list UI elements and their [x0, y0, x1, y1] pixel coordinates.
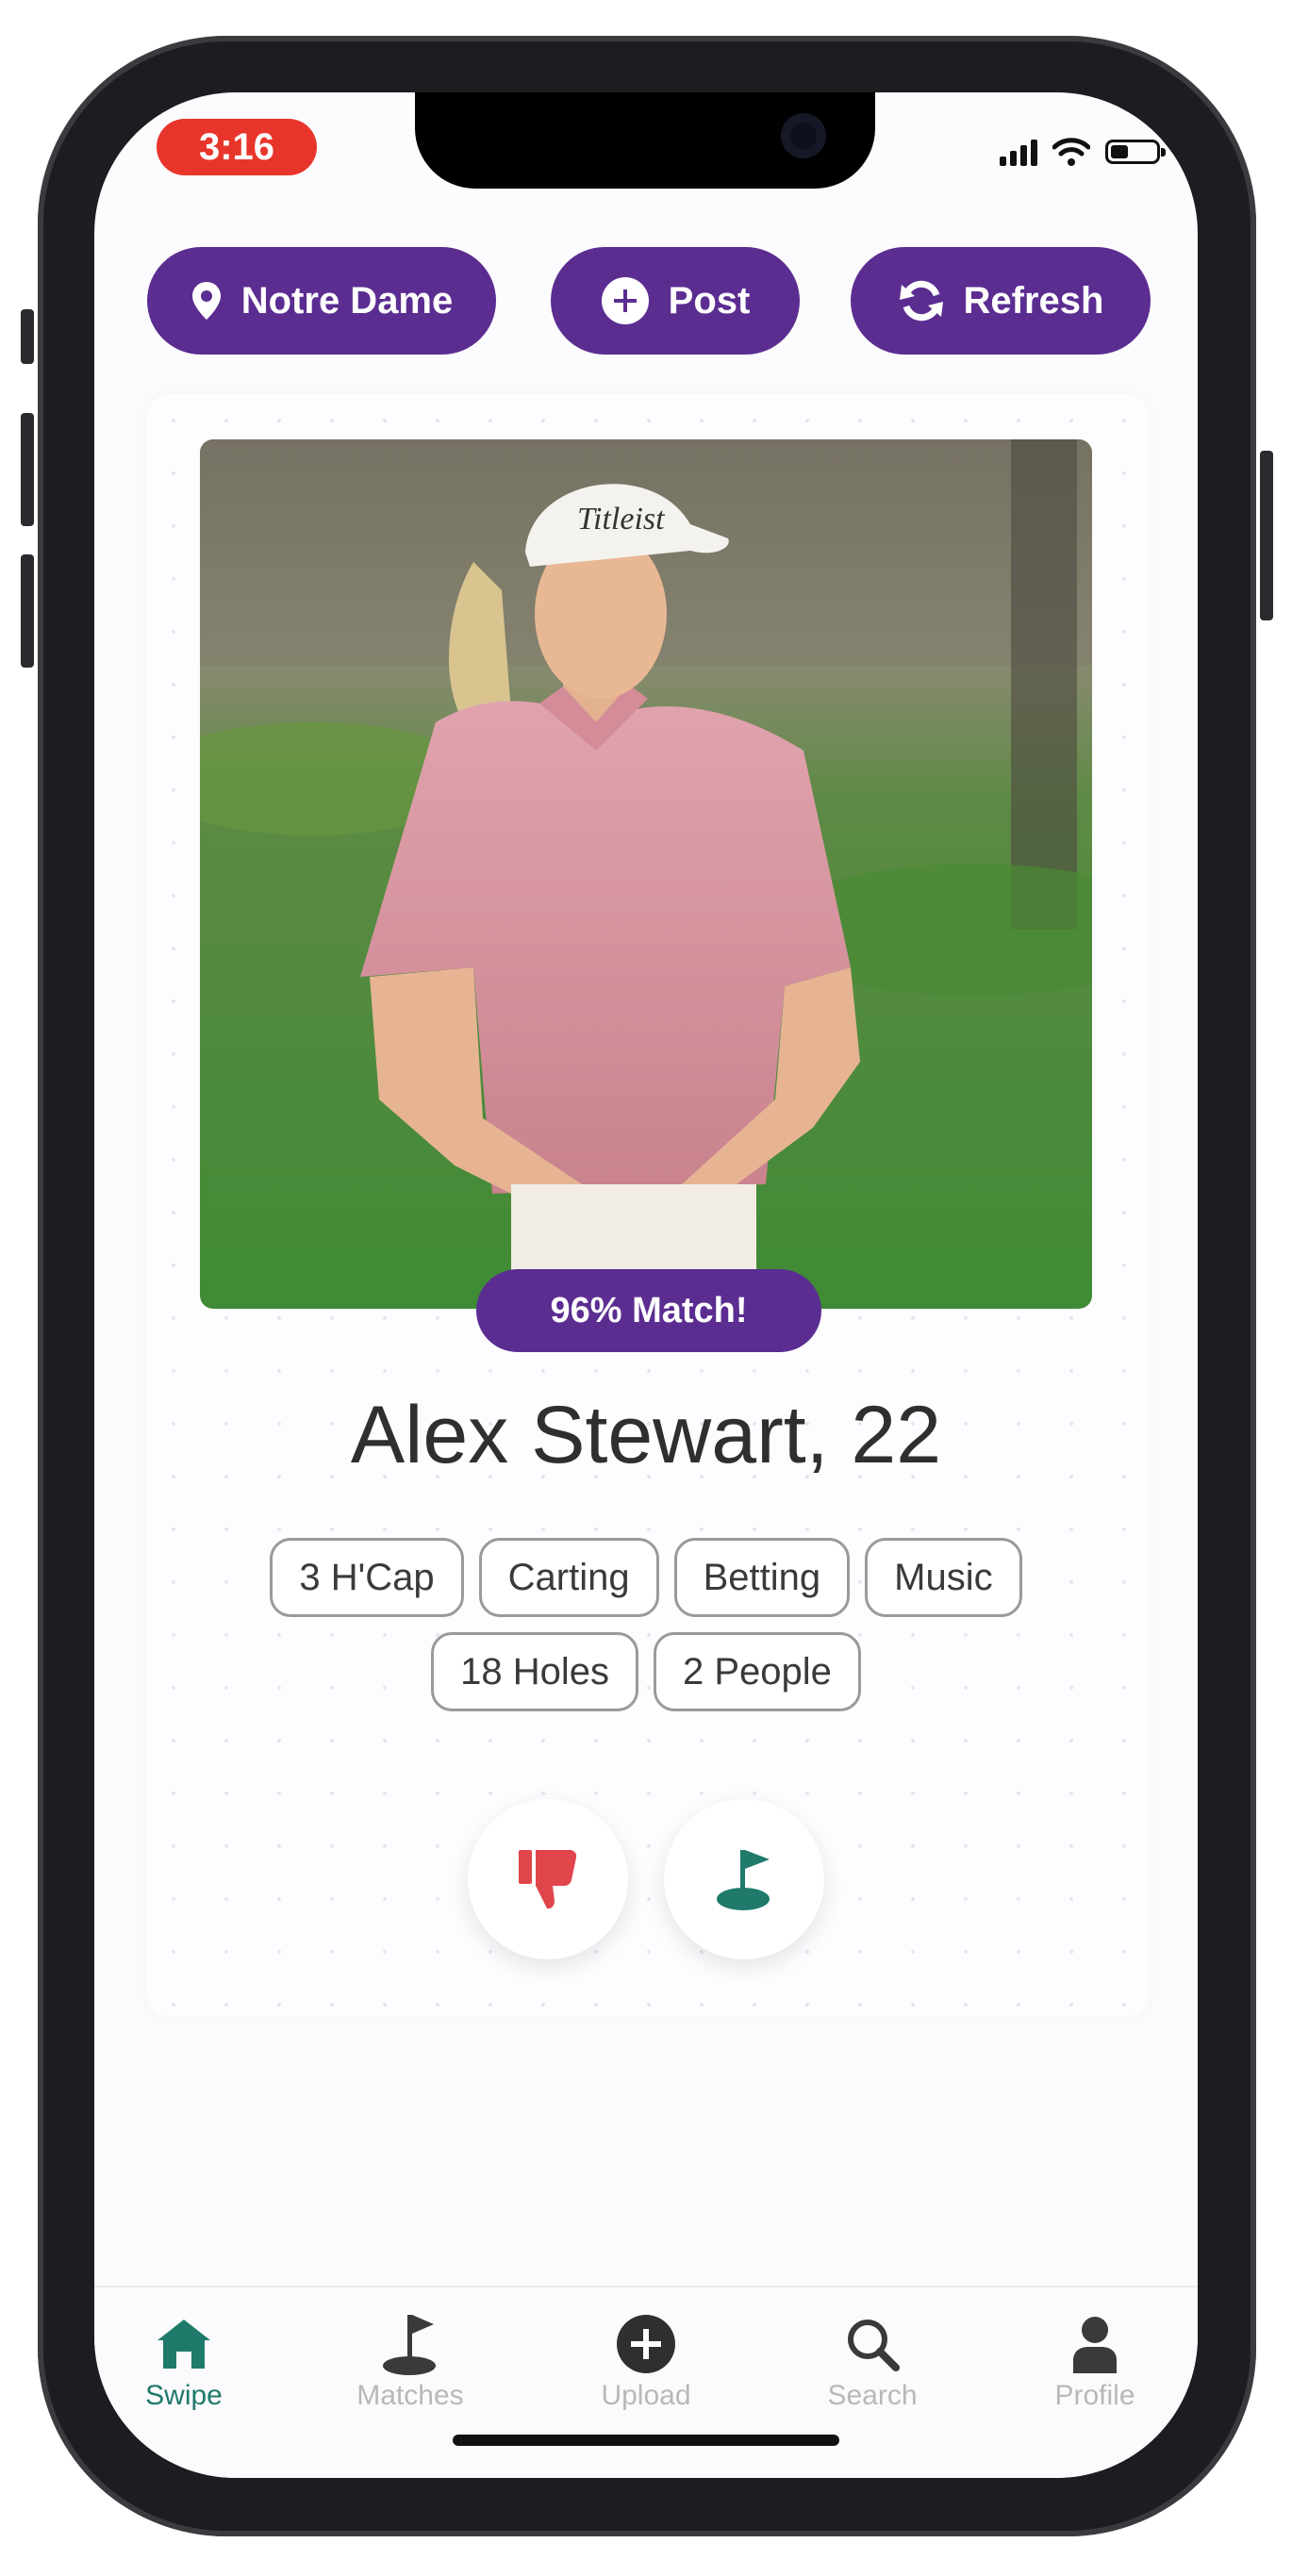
front-camera — [781, 113, 826, 158]
refresh-label: Refresh — [963, 279, 1104, 322]
tag-betting: Betting — [673, 1538, 851, 1617]
tag-holes: 18 Holes — [431, 1632, 638, 1711]
tab-swipe[interactable]: Swipe — [104, 2308, 264, 2412]
wifi-icon — [1052, 138, 1090, 166]
status-icons — [1000, 128, 1166, 175]
signal-icon — [1000, 138, 1037, 166]
dislike-button[interactable] — [468, 1799, 628, 1959]
tab-matches[interactable]: Matches — [330, 2308, 490, 2412]
golf-flag-icon — [383, 2315, 436, 2375]
bottom-tab-bar: Swipe Matches Upload Search Profile — [94, 2286, 1198, 2478]
golf-flag-icon — [717, 1850, 770, 1910]
battery-icon — [1105, 140, 1166, 164]
power-button — [1260, 451, 1273, 620]
match-badge: 96% Match! — [476, 1269, 821, 1352]
volume-up-button — [21, 413, 34, 526]
profile-photo[interactable]: Titleist — [200, 439, 1092, 1309]
svg-text:Titleist: Titleist — [577, 502, 666, 537]
profile-name: Alex Stewart, 22 — [350, 1390, 942, 1480]
tab-search[interactable]: Search — [792, 2308, 952, 2412]
home-icon — [157, 2320, 210, 2369]
refresh-icon — [899, 280, 943, 322]
notch — [415, 92, 875, 189]
tag-people: 2 People — [653, 1632, 861, 1711]
tab-upload[interactable]: Upload — [566, 2308, 726, 2412]
thumbs-down-icon — [519, 1850, 577, 1909]
tab-profile-label: Profile — [1054, 2380, 1135, 2411]
tab-upload-label: Upload — [601, 2380, 691, 2411]
volume-down-button — [21, 554, 34, 668]
tab-search-label: Search — [827, 2380, 918, 2411]
post-label: Post — [668, 279, 751, 322]
tag-handicap: 3 H'Cap — [270, 1538, 464, 1617]
map-pin-icon — [191, 282, 221, 320]
tab-swipe-label: Swipe — [145, 2380, 223, 2411]
location-label: Notre Dame — [240, 279, 454, 322]
post-button[interactable]: Post — [551, 247, 800, 355]
tab-profile[interactable]: Profile — [1015, 2308, 1175, 2412]
profile-tags: 3 H'Cap Carting Betting Music 18 Holes 2… — [226, 1538, 1066, 1711]
mute-switch — [21, 309, 34, 364]
location-button[interactable]: Notre Dame — [147, 247, 496, 355]
search-icon — [848, 2320, 900, 2371]
person-icon — [1073, 2317, 1117, 2373]
refresh-button[interactable]: Refresh — [851, 247, 1151, 355]
plus-circle-icon — [601, 277, 649, 324]
tag-music: Music — [865, 1538, 1022, 1617]
app-screen: 3:16 Notre Dame Post Refresh Titleist 96… — [94, 92, 1198, 2478]
plus-circle-icon — [617, 2315, 675, 2373]
tag-carting: Carting — [478, 1538, 659, 1617]
tab-matches-label: Matches — [356, 2380, 464, 2411]
home-indicator — [453, 2435, 839, 2446]
like-button[interactable] — [664, 1799, 824, 1959]
status-time: 3:16 — [157, 119, 317, 175]
